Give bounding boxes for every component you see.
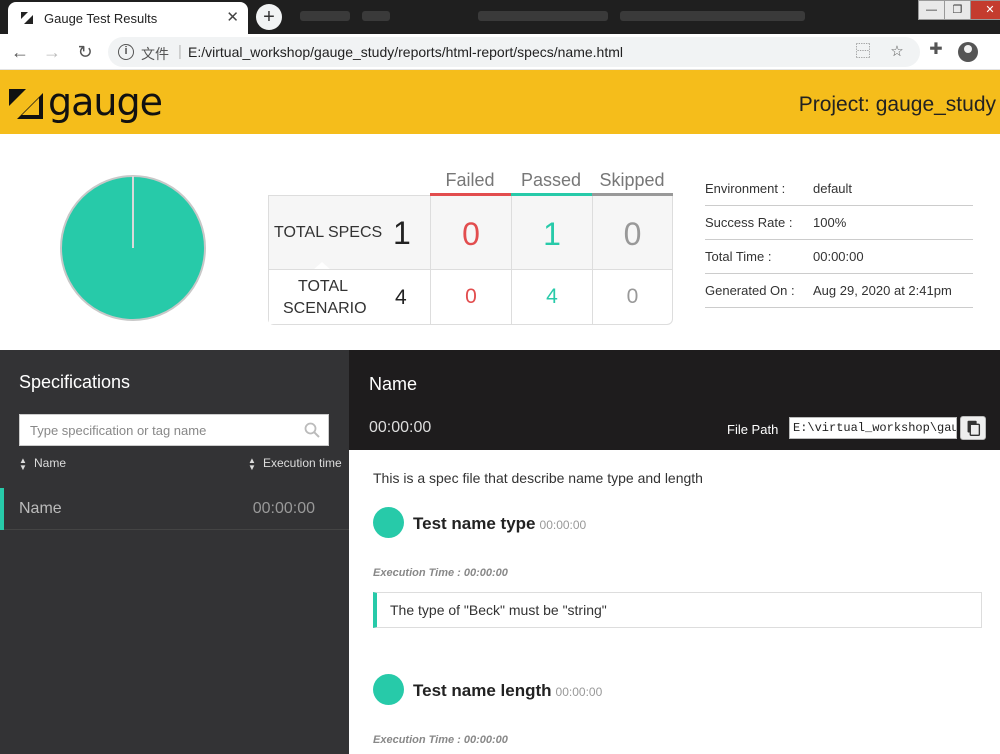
gauge-logo-icon	[9, 89, 43, 119]
scenario-title-text: Test name length	[413, 681, 552, 700]
minimize-button[interactable]: —	[918, 0, 945, 20]
scenario-title[interactable]: Test name length 00:00:00	[413, 681, 602, 701]
env-key: Total Time :	[705, 249, 772, 264]
address-scheme-label: 文件	[141, 46, 169, 62]
column-header-failed: Failed	[445, 170, 495, 190]
tab-placeholder	[362, 11, 390, 21]
scenario-passed-count: 4	[546, 285, 558, 308]
browser-tab-active[interactable]: Gauge Test Results ✕	[8, 2, 248, 34]
address-separator: |	[178, 43, 182, 60]
generated-on-row: Generated On : Aug 29, 2020 at 2:41pm	[705, 274, 973, 308]
spec-header: Name 00:00:00 File Path E:\virtual_works…	[349, 350, 1000, 450]
sort-by-time-button[interactable]: ▲ ▼ Execution time	[248, 456, 342, 471]
gauge-logo-text: gauge	[48, 80, 163, 124]
column-header-skipped: Skipped	[599, 170, 665, 190]
reload-icon[interactable]: ↻	[74, 41, 96, 63]
spec-content: This is a spec file that describe name t…	[349, 450, 1000, 754]
spec-description: This is a spec file that describe name t…	[373, 470, 703, 486]
env-value: 00:00:00	[813, 249, 864, 264]
total-time-row: Total Time : 00:00:00	[705, 240, 973, 274]
spec-list-item[interactable]: Name 00:00:00	[0, 488, 349, 530]
scenario-failed-count: 0	[465, 285, 477, 308]
column-header-passed: Passed	[520, 170, 582, 190]
translate-icon[interactable]: ⿱	[854, 43, 872, 61]
scenario-title[interactable]: Test name type 00:00:00	[413, 514, 586, 534]
tab-placeholder	[620, 11, 805, 21]
specs-skipped-count: 0	[623, 216, 642, 252]
spec-item-time: 00:00:00	[252, 500, 315, 517]
step-text: The type of "Beck" must be "string"	[390, 602, 607, 618]
spec-search-input[interactable]	[20, 415, 300, 445]
close-window-button[interactable]: ✕	[970, 0, 1000, 20]
forward-arrow-icon[interactable]: →	[41, 41, 63, 63]
specs-passed-cell: 1	[512, 196, 592, 269]
maximize-button[interactable]: ❐	[944, 0, 971, 20]
sidebar-title: Specifications	[19, 372, 131, 392]
spec-status-bar	[0, 488, 4, 530]
env-key: Generated On :	[705, 283, 795, 298]
sort-arrows-icon: ▲ ▼	[19, 455, 27, 472]
summary-table: TOTAL SPECS 1 TOTAL SCENARIO 4 0 1 0 0 4…	[268, 193, 673, 325]
spec-heading: Name	[369, 374, 418, 394]
env-key: Environment :	[705, 181, 786, 196]
total-specs-label: TOTAL SPECS	[274, 224, 383, 241]
divider	[269, 269, 672, 270]
scenario-time: 00:00:00	[539, 518, 587, 532]
specs-failed-cell: 0	[431, 196, 511, 269]
sort-by-name-button[interactable]: ▲ ▼ Name	[19, 456, 66, 471]
copy-icon	[967, 420, 981, 436]
tab-placeholder	[478, 11, 608, 21]
environment-row: Environment : default	[705, 172, 973, 206]
env-value: default	[813, 181, 853, 196]
specs-passed-count: 1	[543, 216, 561, 252]
extensions-puzzle-icon[interactable]: ✚	[927, 41, 945, 59]
success-rate-row: Success Rate : 100%	[705, 206, 973, 240]
total-scenario-label: TOTAL SCENARIO	[283, 278, 367, 317]
profile-avatar-icon[interactable]	[958, 42, 978, 62]
file-path-field[interactable]: E:\virtual_workshop\gauge_study\specs\na…	[789, 417, 957, 439]
gauge-favicon-icon	[21, 12, 33, 24]
spec-item-name: Name	[19, 500, 62, 517]
search-icon[interactable]	[304, 422, 320, 438]
scenario-row-label-cell: TOTAL SCENARIO 4	[269, 270, 431, 324]
address-url[interactable]: E:/virtual_workshop/gauge_study/reports/…	[188, 44, 623, 60]
tab-placeholder	[300, 11, 350, 21]
spec-duration: 00:00:00	[369, 419, 432, 436]
scenario-pass-status-icon	[373, 507, 404, 538]
project-name: Project: gauge_study	[798, 93, 996, 116]
address-bar[interactable]: i 文件 | E:/virtual_workshop/gauge_study/r…	[108, 37, 920, 67]
sort-name-label: Name	[34, 456, 67, 470]
scenario-execution-time: Execution Time : 00:00:00	[373, 734, 508, 746]
sort-arrows-icon: ▲ ▼	[248, 455, 256, 472]
env-value: Aug 29, 2020 at 2:41pm	[813, 283, 952, 298]
tab-title: Gauge Test Results	[44, 11, 158, 26]
copy-file-path-button[interactable]	[960, 416, 986, 440]
spec-search-box[interactable]	[19, 414, 329, 446]
scenario-time: 00:00:00	[555, 685, 603, 699]
file-path-label: File Path	[727, 422, 779, 437]
total-scenario-count: 4	[395, 286, 407, 309]
scenario-skipped-count: 0	[626, 285, 639, 308]
env-key: Success Rate :	[705, 215, 793, 230]
info-icon[interactable]: i	[118, 44, 134, 60]
specs-row-label-cell: TOTAL SPECS 1	[269, 196, 431, 269]
pass-rate-pie-chart	[60, 175, 206, 321]
specifications-sidebar: Specifications ▲▼ Name ▲▼ Execution time N…	[0, 350, 349, 754]
scenario-pass-status-icon	[373, 674, 404, 705]
tab-close-icon[interactable]: ✕	[226, 8, 239, 26]
total-specs-count: 1	[393, 215, 411, 251]
specs-failed-count: 0	[462, 216, 480, 252]
scenario-execution-time: Execution Time : 00:00:00	[373, 567, 508, 579]
back-arrow-icon[interactable]: ←	[9, 41, 31, 63]
sort-time-label: Execution time	[263, 456, 342, 470]
browser-toolbar: ← → ↻ i 文件 | E:/virtual_workshop/gauge_s…	[0, 34, 1000, 70]
new-tab-button[interactable]: +	[256, 4, 282, 30]
env-value: 100%	[813, 215, 847, 230]
scenario-title-text: Test name type	[413, 514, 536, 533]
bookmark-star-icon[interactable]: ☆	[888, 43, 906, 61]
browser-tab-bar: Gauge Test Results ✕ + — ❐ ✕	[0, 0, 1000, 34]
scenario-step: The type of "Beck" must be "string"	[373, 592, 982, 628]
gauge-header: gauge Project: gauge_study	[0, 70, 1000, 134]
specs-skipped-cell: 0	[593, 196, 672, 269]
